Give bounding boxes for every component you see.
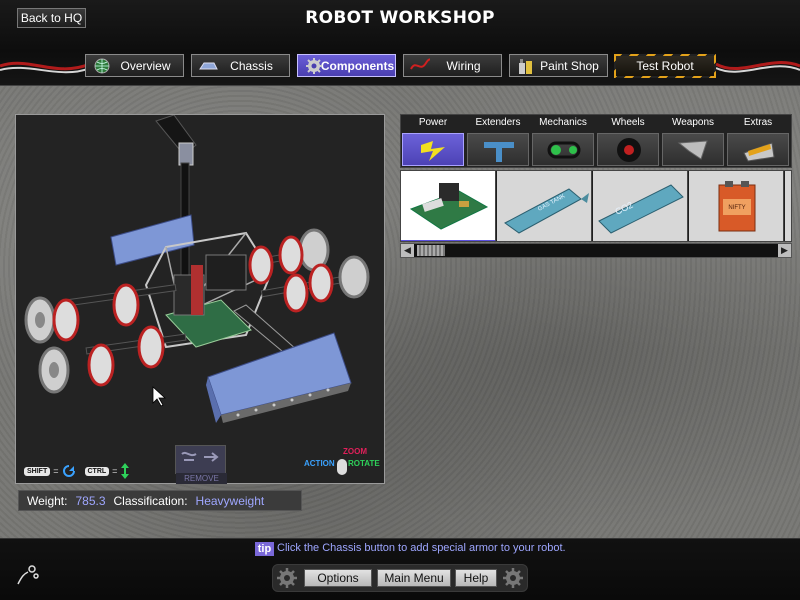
main-menu-button[interactable]: Main Menu xyxy=(377,569,451,587)
category-label: Extras xyxy=(743,117,773,128)
battery-label: NIFTY xyxy=(728,205,745,211)
category-weapons[interactable]: Weapons xyxy=(661,115,725,168)
category-button[interactable] xyxy=(727,133,789,166)
weight-label: Weight: xyxy=(27,493,68,508)
parts-strip: GAS TANK CO2 NIFTY xyxy=(400,170,792,242)
category-power[interactable]: Power xyxy=(401,115,465,168)
category-extras[interactable]: Extras xyxy=(726,115,790,168)
gear-icon xyxy=(277,568,297,588)
help-button[interactable]: Help xyxy=(455,569,497,587)
equals-sign: = xyxy=(112,466,118,476)
remove-icon xyxy=(181,451,219,462)
category-wheels[interactable]: Wheels xyxy=(596,115,660,168)
part-battery[interactable]: NIFTY xyxy=(689,171,784,241)
robot-stats-bar: Weight: 785.3 Classification: Heavyweigh… xyxy=(18,490,302,511)
category-label: Power xyxy=(418,117,448,128)
robot-model[interactable] xyxy=(16,115,386,485)
tab-wiring[interactable]: Wiring xyxy=(403,54,502,77)
parts-scrollbar[interactable]: ◀ ▶ xyxy=(400,243,792,258)
part-co2-tank[interactable]: CO2 xyxy=(593,171,688,241)
wheel-rear-left xyxy=(38,346,70,394)
part-category-bar: Power Extenders Mechanics Wheels Weapons… xyxy=(400,114,792,168)
blade-icon xyxy=(677,140,708,160)
header: Back to HQ ROBOT WORKSHOP Overview Chass… xyxy=(0,0,800,86)
zoom-label: ZOOM xyxy=(343,447,367,456)
tab-chassis[interactable]: Chassis xyxy=(191,54,290,77)
wire-icon xyxy=(410,58,430,70)
category-label: Extenders xyxy=(475,117,521,128)
wheel-front-left xyxy=(24,296,56,344)
game-logo-icon xyxy=(17,565,39,585)
action-label: ACTION xyxy=(304,459,335,468)
tab-label: Wiring xyxy=(446,58,481,73)
scroll-thumb[interactable] xyxy=(417,245,445,256)
tab-label: Overview xyxy=(120,58,171,73)
tab-components[interactable]: Components xyxy=(297,54,396,77)
tab-paint-shop[interactable]: Paint Shop xyxy=(509,54,608,77)
part-circuit-board[interactable] xyxy=(401,171,496,241)
shift-key-label: SHIFT xyxy=(24,466,51,476)
globe-icon xyxy=(94,58,110,74)
tab-overview[interactable]: Overview xyxy=(85,54,184,77)
category-label: Mechanics xyxy=(539,117,587,128)
tip-text: Click the Chassis button to add special … xyxy=(277,542,566,554)
scroll-right-arrow-icon[interactable]: ▶ xyxy=(778,244,791,257)
part-gas-tank[interactable]: GAS TANK xyxy=(497,171,592,241)
category-extenders[interactable]: Extenders xyxy=(466,115,530,168)
tab-test-robot[interactable]: Test Robot xyxy=(616,56,714,76)
hazard-plate-icon xyxy=(743,142,775,162)
chassis-icon xyxy=(199,62,218,70)
wire-decoration-left xyxy=(0,61,90,74)
tab-label: Paint Shop xyxy=(540,58,599,73)
category-button[interactable] xyxy=(467,133,529,166)
vertical-move-icon xyxy=(121,463,130,479)
category-label: Wheels xyxy=(611,117,645,128)
category-label: Weapons xyxy=(671,117,715,128)
battery-icon: NIFTY xyxy=(718,181,756,232)
tip-badge: tip xyxy=(255,542,274,556)
options-button[interactable]: Options xyxy=(304,569,372,587)
gear-icon xyxy=(503,568,523,588)
weight-value: 785.3 xyxy=(75,493,106,508)
category-mechanics[interactable]: Mechanics xyxy=(531,115,595,168)
gear-icon xyxy=(306,58,322,74)
part-next-partial[interactable] xyxy=(785,171,791,241)
classification-value: Heavyweight xyxy=(195,493,265,508)
test-robot-frame: Test Robot xyxy=(614,54,716,78)
classification-label: Classification: xyxy=(113,493,188,508)
mouse-controls-hint: ZOOM ACTION ROTATE xyxy=(302,447,384,477)
mouse-icon xyxy=(337,459,347,475)
rotate-icon xyxy=(62,465,75,477)
page-title: ROBOT WORKSHOP xyxy=(305,8,495,28)
scroll-left-arrow-icon[interactable]: ◀ xyxy=(401,244,414,257)
lightning-icon xyxy=(421,141,445,161)
chain-icon xyxy=(547,141,581,159)
remove-button[interactable]: REMOVE xyxy=(175,445,227,484)
category-button[interactable] xyxy=(532,133,594,166)
rotate-hint: SHIFT = CTRL = xyxy=(24,463,130,479)
gas-tank-icon: GAS TANK xyxy=(504,188,589,234)
robot-3d-viewport[interactable]: SHIFT = CTRL = REMOVE ZOOM ACTION ROTATE xyxy=(15,114,385,484)
category-button[interactable] xyxy=(662,133,724,166)
rotate-label: ROTATE xyxy=(348,459,380,468)
wire-decoration-right xyxy=(716,61,800,73)
ctrl-key-label: CTRL xyxy=(84,466,110,476)
circuit-board-icon xyxy=(409,183,489,230)
equals-sign: = xyxy=(53,466,59,476)
remove-label: REMOVE xyxy=(176,473,227,484)
co2-tank-icon: CO2 xyxy=(598,184,684,234)
extender-icon xyxy=(484,142,514,162)
tab-label: Chassis xyxy=(230,58,273,73)
paint-icon xyxy=(519,59,532,74)
category-button[interactable] xyxy=(597,133,659,166)
tab-label: Components xyxy=(320,58,395,73)
wheel-icon xyxy=(617,138,641,162)
category-button[interactable] xyxy=(402,133,464,166)
